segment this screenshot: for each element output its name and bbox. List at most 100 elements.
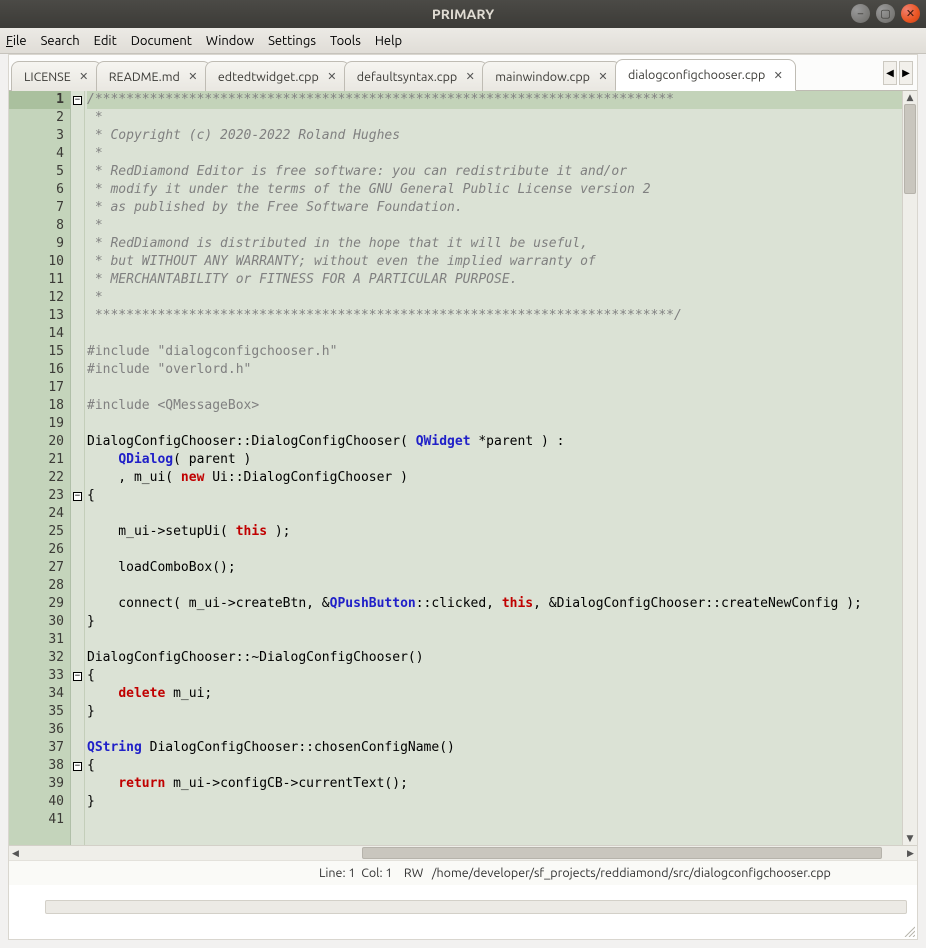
- code-line[interactable]: [87, 811, 902, 829]
- fold-toggle-icon[interactable]: −: [73, 96, 82, 105]
- line-number[interactable]: 10: [9, 253, 70, 271]
- fold-marker[interactable]: [71, 181, 84, 199]
- scroll-right-icon[interactable]: ▶: [904, 846, 917, 860]
- tab-license[interactable]: LICENSE✕: [11, 61, 102, 91]
- tab-close-icon[interactable]: ✕: [186, 70, 200, 84]
- line-number[interactable]: 40: [9, 793, 70, 811]
- code-line[interactable]: * but WITHOUT ANY WARRANTY; without even…: [87, 253, 902, 271]
- fold-marker[interactable]: −: [71, 487, 84, 505]
- tab-edtedtwidget-cpp[interactable]: edtedtwidget.cpp✕: [205, 61, 350, 91]
- tab-scroll-left[interactable]: ◀: [883, 61, 897, 85]
- menu-search[interactable]: Search: [41, 34, 80, 48]
- fold-marker[interactable]: [71, 433, 84, 451]
- code-line[interactable]: * as published by the Free Software Foun…: [87, 199, 902, 217]
- fold-marker[interactable]: [71, 253, 84, 271]
- line-number[interactable]: 14: [9, 325, 70, 343]
- fold-marker[interactable]: −: [71, 667, 84, 685]
- line-number[interactable]: 17: [9, 379, 70, 397]
- hscroll-thumb[interactable]: [362, 847, 882, 859]
- line-number[interactable]: 7: [9, 199, 70, 217]
- fold-marker[interactable]: [71, 505, 84, 523]
- line-number[interactable]: 29: [9, 595, 70, 613]
- line-number[interactable]: 26: [9, 541, 70, 559]
- fold-marker[interactable]: [71, 613, 84, 631]
- maximize-button[interactable]: ▢: [876, 4, 895, 23]
- code-line[interactable]: /***************************************…: [87, 91, 902, 109]
- code-line[interactable]: [87, 541, 902, 559]
- code-line[interactable]: #include <QMessageBox>: [87, 397, 902, 415]
- fold-marker[interactable]: [71, 325, 84, 343]
- scroll-down-icon[interactable]: ▼: [903, 832, 917, 845]
- menu-window[interactable]: Window: [206, 34, 254, 48]
- line-number[interactable]: 5: [9, 163, 70, 181]
- fold-marker[interactable]: [71, 685, 84, 703]
- line-number[interactable]: 20: [9, 433, 70, 451]
- line-number[interactable]: 6: [9, 181, 70, 199]
- bottom-scrollbar[interactable]: [19, 895, 907, 919]
- fold-marker[interactable]: [71, 523, 84, 541]
- menu-edit[interactable]: Edit: [94, 34, 117, 48]
- code-line[interactable]: * modify it under the terms of the GNU G…: [87, 181, 902, 199]
- line-number[interactable]: 12: [9, 289, 70, 307]
- line-number[interactable]: 1: [9, 91, 70, 109]
- line-number[interactable]: 11: [9, 271, 70, 289]
- code-line[interactable]: [87, 721, 902, 739]
- code-line[interactable]: DialogConfigChooser::~DialogConfigChoose…: [87, 649, 902, 667]
- code-editor[interactable]: 1234567891011121314151617181920212223242…: [9, 91, 902, 845]
- line-number[interactable]: 15: [9, 343, 70, 361]
- code-line[interactable]: {: [87, 667, 902, 685]
- horizontal-scrollbar[interactable]: ◀ ▶: [9, 845, 917, 860]
- line-number[interactable]: 35: [9, 703, 70, 721]
- line-number-gutter[interactable]: 1234567891011121314151617181920212223242…: [9, 91, 71, 845]
- fold-marker[interactable]: [71, 127, 84, 145]
- code-line[interactable]: *: [87, 217, 902, 235]
- code-line[interactable]: }: [87, 613, 902, 631]
- fold-marker[interactable]: [71, 775, 84, 793]
- fold-marker[interactable]: [71, 451, 84, 469]
- code-line[interactable]: ****************************************…: [87, 307, 902, 325]
- fold-marker[interactable]: [71, 703, 84, 721]
- code-line[interactable]: QDialog( parent ): [87, 451, 902, 469]
- menu-tools[interactable]: Tools: [330, 34, 361, 48]
- code-area[interactable]: /***************************************…: [85, 91, 902, 845]
- scroll-up-icon[interactable]: ▲: [903, 91, 917, 104]
- code-line[interactable]: * RedDiamond is distributed in the hope …: [87, 235, 902, 253]
- fold-marker[interactable]: [71, 397, 84, 415]
- fold-marker[interactable]: [71, 541, 84, 559]
- line-number[interactable]: 18: [9, 397, 70, 415]
- fold-marker[interactable]: [71, 559, 84, 577]
- fold-marker[interactable]: [71, 469, 84, 487]
- fold-marker[interactable]: [71, 145, 84, 163]
- line-number[interactable]: 23: [9, 487, 70, 505]
- code-line[interactable]: #include "overlord.h": [87, 361, 902, 379]
- code-line[interactable]: [87, 379, 902, 397]
- menu-help[interactable]: Help: [375, 34, 402, 48]
- tab-close-icon[interactable]: ✕: [463, 70, 477, 84]
- code-line[interactable]: loadComboBox();: [87, 559, 902, 577]
- fold-marker[interactable]: [71, 199, 84, 217]
- line-number[interactable]: 27: [9, 559, 70, 577]
- vscroll-thumb[interactable]: [904, 104, 916, 194]
- menu-document[interactable]: Document: [131, 34, 192, 48]
- fold-marker[interactable]: [71, 163, 84, 181]
- line-number[interactable]: 39: [9, 775, 70, 793]
- code-line[interactable]: m_ui->setupUi( this );: [87, 523, 902, 541]
- menu-settings[interactable]: Settings: [268, 34, 316, 48]
- fold-toggle-icon[interactable]: −: [73, 492, 82, 501]
- fold-marker[interactable]: [71, 235, 84, 253]
- fold-marker[interactable]: [71, 307, 84, 325]
- tab-close-icon[interactable]: ✕: [77, 70, 91, 84]
- fold-marker[interactable]: [71, 217, 84, 235]
- tab-mainwindow-cpp[interactable]: mainwindow.cpp✕: [482, 61, 621, 91]
- code-line[interactable]: }: [87, 793, 902, 811]
- line-number[interactable]: 30: [9, 613, 70, 631]
- code-line[interactable]: [87, 631, 902, 649]
- code-line[interactable]: * RedDiamond Editor is free software: yo…: [87, 163, 902, 181]
- line-number[interactable]: 38: [9, 757, 70, 775]
- fold-marker[interactable]: [71, 721, 84, 739]
- line-number[interactable]: 21: [9, 451, 70, 469]
- code-line[interactable]: *: [87, 145, 902, 163]
- line-number[interactable]: 25: [9, 523, 70, 541]
- line-number[interactable]: 37: [9, 739, 70, 757]
- line-number[interactable]: 8: [9, 217, 70, 235]
